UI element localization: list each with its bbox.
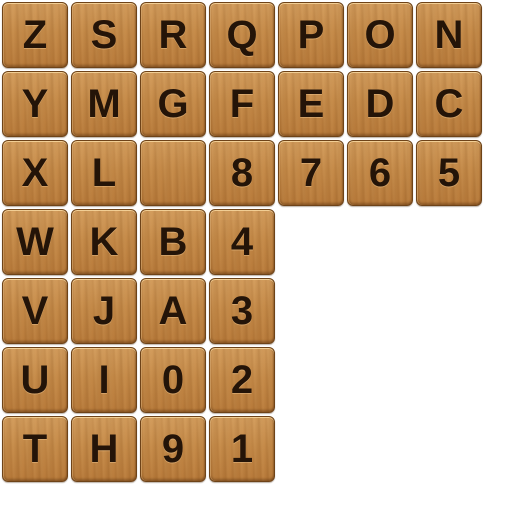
tile-label: V [21,289,49,333]
tile[interactable]: Z [2,2,68,68]
tile-label: 8 [230,151,254,195]
tile-label: P [297,13,325,57]
tile-label: U [20,358,50,402]
tile-label: G [157,82,189,126]
tile[interactable]: 2 [209,347,275,413]
tile[interactable]: E [278,71,344,137]
tile[interactable]: L [71,140,137,206]
tile[interactable]: Y [2,71,68,137]
tile[interactable]: D [347,71,413,137]
tile[interactable]: A [140,278,206,344]
tile-label: 1 [230,427,254,471]
tile-label: Y [21,82,49,126]
tile[interactable]: B [140,209,206,275]
tile[interactable]: P [278,2,344,68]
tile[interactable]: 7 [278,140,344,206]
tile[interactable]: M [71,71,137,137]
tile[interactable]: W [2,209,68,275]
tile-label: 9 [161,427,185,471]
tile-label: T [22,427,48,471]
tile-label: Z [22,13,48,57]
tile[interactable]: T [2,416,68,482]
tile-label: I [98,358,110,402]
tile[interactable]: J [71,278,137,344]
tile[interactable]: 3 [209,278,275,344]
tile-label: 0 [161,358,185,402]
tile[interactable]: N [416,2,482,68]
tile-label: M [87,82,121,126]
tile-label: E [297,82,325,126]
tile[interactable]: H [71,416,137,482]
tile-label: 2 [230,358,254,402]
tile[interactable]: U [2,347,68,413]
tile-label: 3 [230,289,254,333]
tile[interactable]: I [71,347,137,413]
tile[interactable]: R [140,2,206,68]
tile-label: J [92,289,116,333]
tile[interactable]: G [140,71,206,137]
tile[interactable]: V [2,278,68,344]
tile[interactable]: 5 [416,140,482,206]
tile[interactable]: Q [209,2,275,68]
tile-label: K [89,220,119,264]
tile-label: X [21,151,49,195]
tile-label: H [89,427,119,471]
tile-label: R [158,13,188,57]
tile[interactable]: C [416,71,482,137]
tile[interactable]: 1 [209,416,275,482]
tile[interactable]: 4 [209,209,275,275]
tile[interactable]: 0 [140,347,206,413]
tile[interactable]: X [2,140,68,206]
tile-label: B [158,220,188,264]
tile-board: ZSRQPON YMGFEDC XL 8 7 6 5 WKB4 VJA3 U I 0 2 TH9 1 [0,0,512,512]
tile-label: A [158,289,188,333]
tile[interactable]: 8 [209,140,275,206]
tile-label: C [434,82,464,126]
tile[interactable]: 6 [347,140,413,206]
tile[interactable]: S [71,2,137,68]
tile-label: N [434,13,464,57]
tile-label: Q [226,13,258,57]
tile-label: S [90,13,118,57]
tile-blank[interactable] [140,140,206,206]
tile[interactable]: 9 [140,416,206,482]
tile-label: L [91,151,117,195]
tile-label: 7 [299,151,323,195]
tile-label: W [16,220,54,264]
tile[interactable]: O [347,2,413,68]
tile-label: O [364,13,396,57]
tile[interactable]: F [209,71,275,137]
tile-label: 4 [230,220,254,264]
tile[interactable]: K [71,209,137,275]
tile-label: 5 [437,151,461,195]
tile-label: 6 [368,151,392,195]
tile-label: D [365,82,395,126]
tile-label: F [229,82,255,126]
